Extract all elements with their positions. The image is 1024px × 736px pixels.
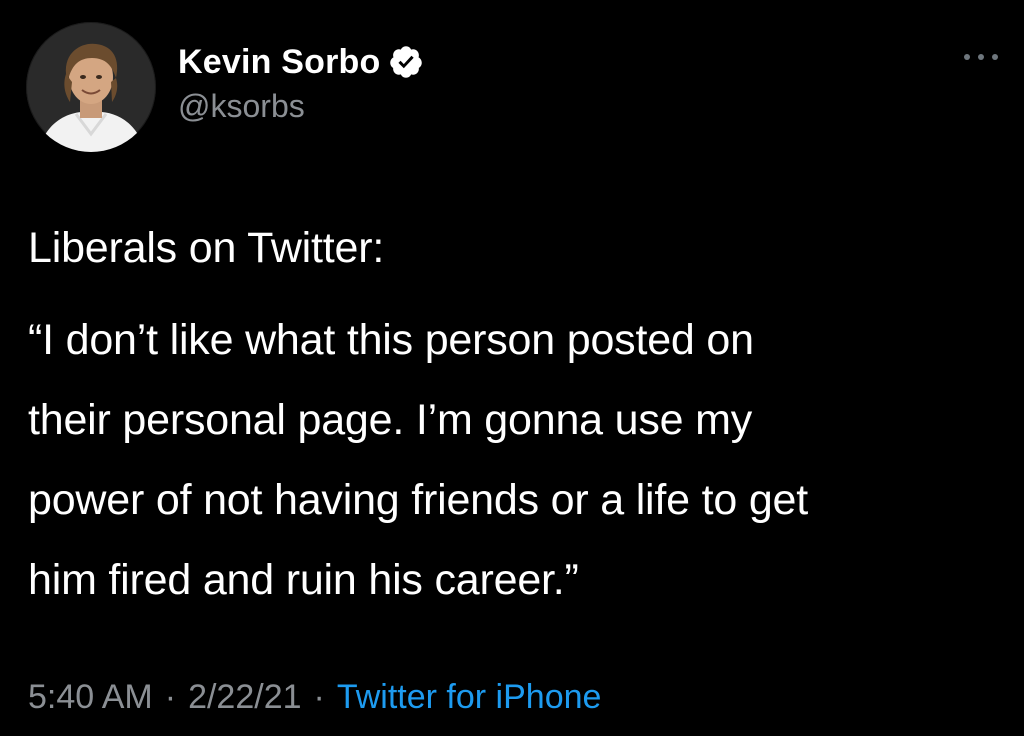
tweet-quote-line: power of not having friends or a life to… [28,476,809,524]
author-info: Kevin Sorbo @ksorbs [178,40,424,125]
meta-separator: · [164,678,177,716]
more-dot [964,54,970,60]
more-dot [992,54,998,60]
tweet-meta: 5:40 AM · 2/22/21 · Twitter for iPhone [28,678,601,717]
verified-badge-icon [388,44,424,80]
tweet-quote-line: their personal page. I’m gonna use my [28,396,753,444]
tweet-quote-line: him fired and ruin his career.” [28,556,579,604]
tweet-body: Liberals on Twitter: “I don’t like what … [28,208,1008,620]
avatar-photo-icon [26,22,156,152]
name-row: Kevin Sorbo [178,40,424,84]
tweet-source-link[interactable]: Twitter for iPhone [337,678,602,717]
tweet-card: Kevin Sorbo @ksorbs Liberals on Twitter:… [0,0,1024,736]
more-options-icon[interactable] [964,50,998,64]
display-name[interactable]: Kevin Sorbo [178,43,380,82]
avatar[interactable] [26,22,156,152]
tweet-line-intro: Liberals on Twitter: [28,224,385,272]
meta-separator: · [313,678,325,716]
tweet-quote-line: “I don’t like what this person posted on [28,316,754,364]
handle[interactable]: @ksorbs [178,88,424,125]
tweet-time[interactable]: 5:40 AM [28,678,153,717]
more-dot [978,54,984,60]
tweet-date[interactable]: 2/22/21 [188,678,301,717]
